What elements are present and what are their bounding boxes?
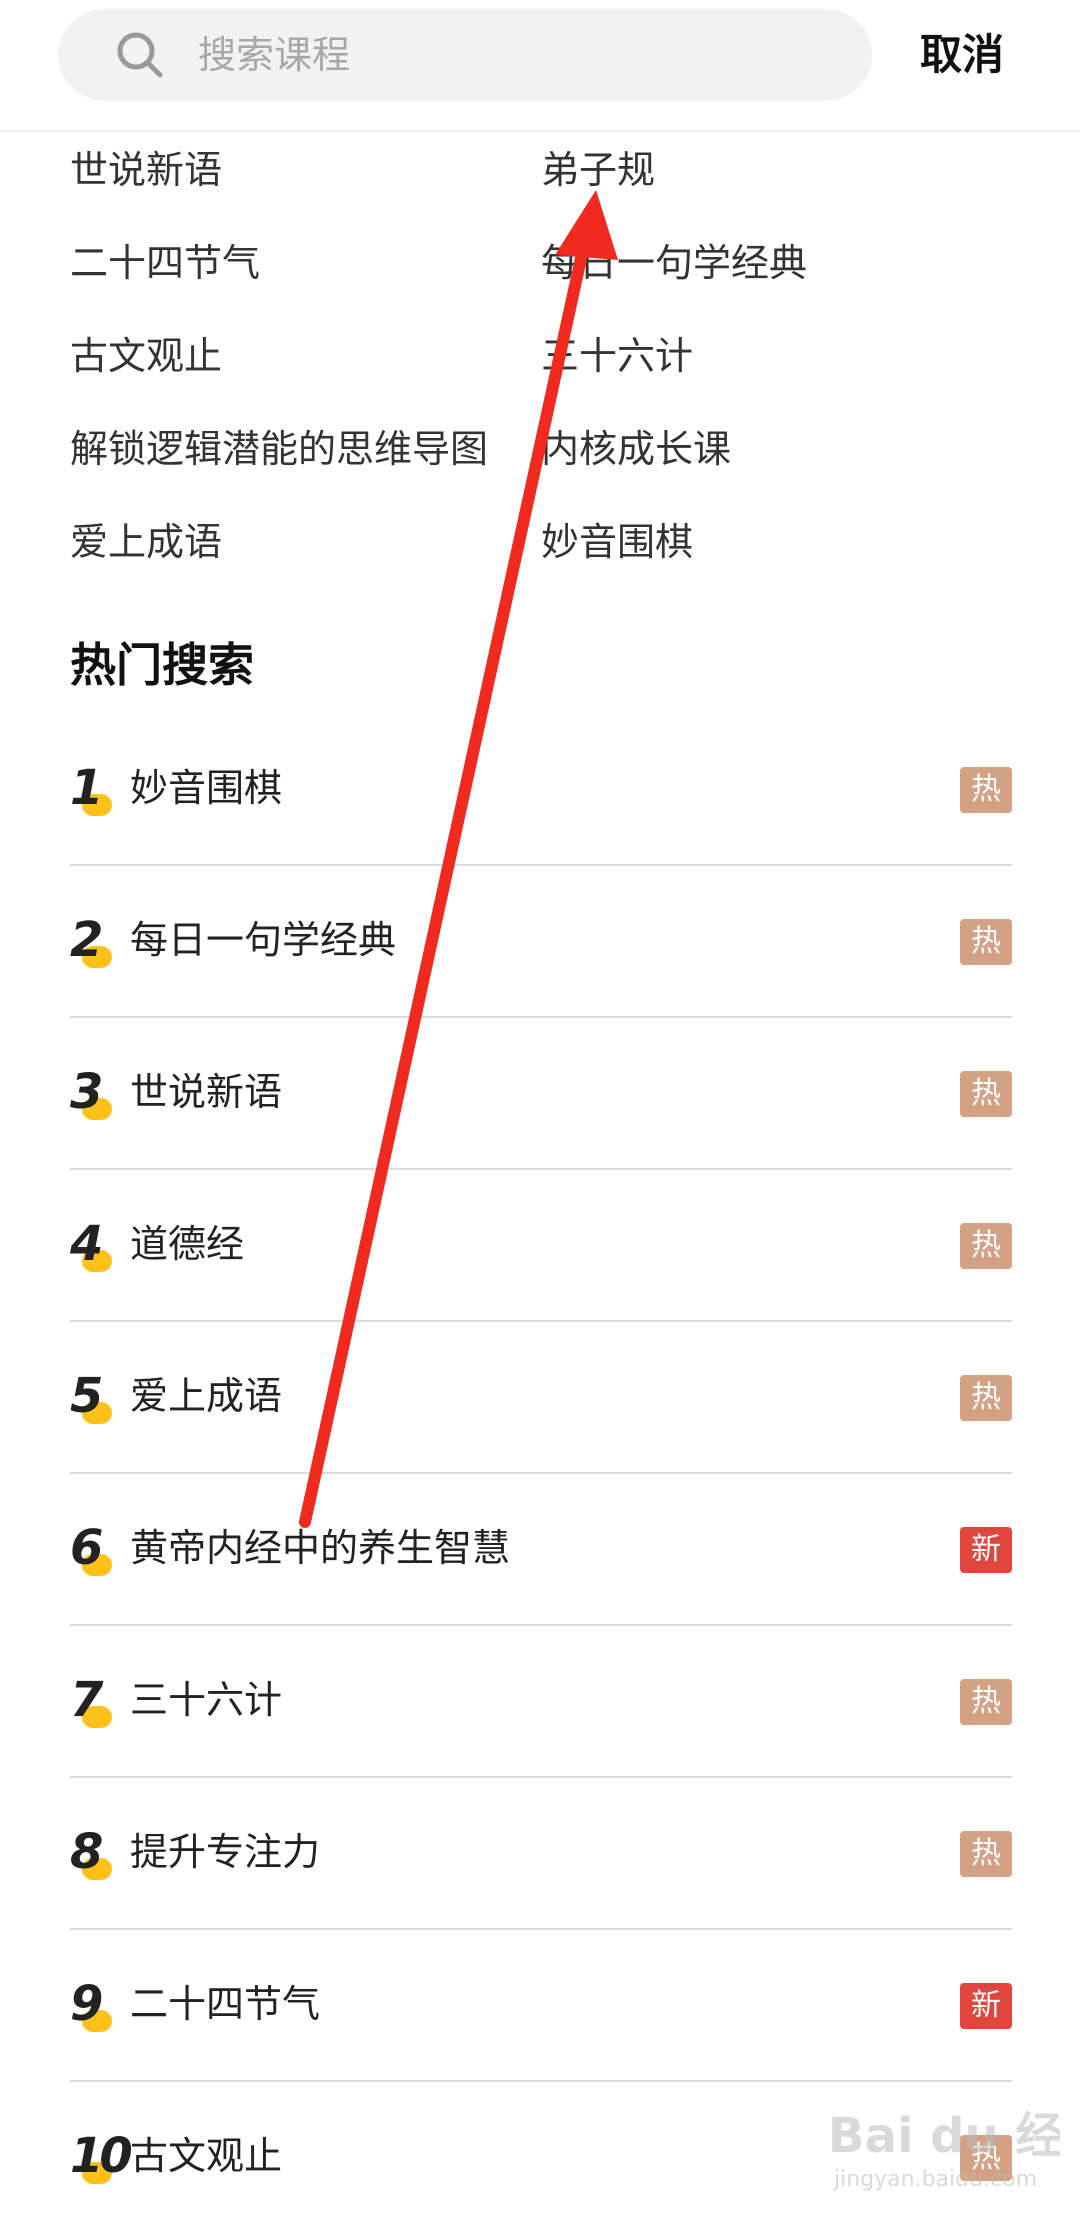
hot-search-row[interactable]: 9 二十四节气 新 [70, 1928, 1012, 2082]
rank-number-text: 5 [70, 1368, 103, 1424]
hot-search-title-text: 妙音围棋 [130, 766, 283, 810]
recent-search-item[interactable]: 世说新语 [70, 140, 222, 200]
recent-search-item[interactable]: 古文观止 [70, 326, 222, 386]
rank-number: 4 [70, 1214, 120, 1274]
rank-number-text: 4 [70, 1216, 103, 1272]
rank-number: 2 [70, 910, 120, 970]
recent-search-item[interactable]: 弟子规 [541, 140, 655, 200]
rank-number: 9 [70, 1974, 120, 2034]
rank-number-text: 10 [70, 2128, 133, 2184]
rank-number: 10 [70, 2126, 133, 2186]
recent-search-item[interactable]: 解锁逻辑潜能的思维导图 [70, 419, 488, 479]
rank-number-text: 3 [70, 1064, 103, 1120]
rank-number-text: 7 [70, 1672, 103, 1728]
hot-badge: 热 [960, 1375, 1012, 1421]
hot-search-title-text: 爱上成语 [130, 1374, 283, 1418]
hot-search-title-text: 古文观止 [130, 2134, 283, 2178]
search-icon [117, 32, 163, 78]
rank-number-text: 8 [70, 1824, 103, 1880]
recent-search-item[interactable]: 内核成长课 [541, 419, 731, 479]
hot-badge: 热 [960, 1679, 1012, 1725]
recent-search-item[interactable]: 爱上成语 [70, 512, 222, 572]
recent-search-item[interactable]: 每日一句学经典 [541, 233, 807, 293]
search-input[interactable]: 搜索课程 [58, 9, 872, 101]
rank-number: 3 [70, 1062, 120, 1122]
search-header: 搜索课程 取消 [0, 0, 1080, 132]
cancel-button[interactable]: 取消 [920, 9, 1004, 101]
hot-search-row[interactable]: 5 爱上成语 热 [70, 1320, 1012, 1474]
hot-search-row[interactable]: 8 提升专注力 热 [70, 1776, 1012, 1930]
watermark-logo: Bai du 经验 jingyan.baidu.com [820, 2090, 1080, 2200]
hot-search-row[interactable]: 6 黄帝内经中的养生智慧 新 [70, 1472, 1012, 1626]
search-placeholder: 搜索课程 [198, 33, 351, 77]
hot-badge: 热 [960, 919, 1012, 965]
hot-search-title-text: 世说新语 [130, 1070, 283, 1114]
hot-search-row[interactable]: 1 妙音围棋 热 [70, 712, 1012, 866]
rank-number: 5 [70, 1366, 120, 1426]
rank-number-text: 9 [70, 1976, 103, 2032]
rank-number-text: 1 [70, 760, 103, 816]
new-badge: 新 [960, 1527, 1012, 1573]
hot-search-title-text: 每日一句学经典 [130, 918, 397, 962]
hot-search-title: 热门搜索 [70, 638, 254, 692]
hot-search-title-text: 提升专注力 [130, 1830, 321, 1874]
hot-badge: 热 [960, 1223, 1012, 1269]
rank-number-text: 2 [70, 912, 103, 968]
hot-search-row[interactable]: 7 三十六计 热 [70, 1624, 1012, 1778]
hot-badge: 热 [960, 767, 1012, 813]
rank-number: 7 [70, 1670, 120, 1730]
recent-search-item[interactable]: 三十六计 [541, 326, 693, 386]
new-badge: 新 [960, 1983, 1012, 2029]
hot-badge: 热 [960, 1071, 1012, 1117]
recent-search-item[interactable]: 妙音围棋 [541, 512, 693, 572]
rank-number-text: 6 [70, 1520, 103, 1576]
hot-badge: 热 [960, 1831, 1012, 1877]
rank-number: 8 [70, 1822, 120, 1882]
hot-search-title-text: 二十四节气 [130, 1982, 321, 2026]
hot-search-title-text: 黄帝内经中的养生智慧 [130, 1526, 511, 1570]
recent-search-item[interactable]: 二十四节气 [70, 233, 260, 293]
watermark-brand: Bai du 经验 [828, 2108, 1060, 2164]
rank-number: 1 [70, 758, 120, 818]
hot-search-title-text: 道德经 [130, 1222, 245, 1266]
rank-number: 6 [70, 1518, 120, 1578]
hot-search-title-text: 三十六计 [130, 1678, 283, 1722]
hot-search-row[interactable]: 3 世说新语 热 [70, 1016, 1012, 1170]
hot-search-row[interactable]: 2 每日一句学经典 热 [70, 864, 1012, 1018]
watermark-url: jingyan.baidu.com [833, 2167, 1037, 2192]
hot-search-row[interactable]: 4 道德经 热 [70, 1168, 1012, 1322]
